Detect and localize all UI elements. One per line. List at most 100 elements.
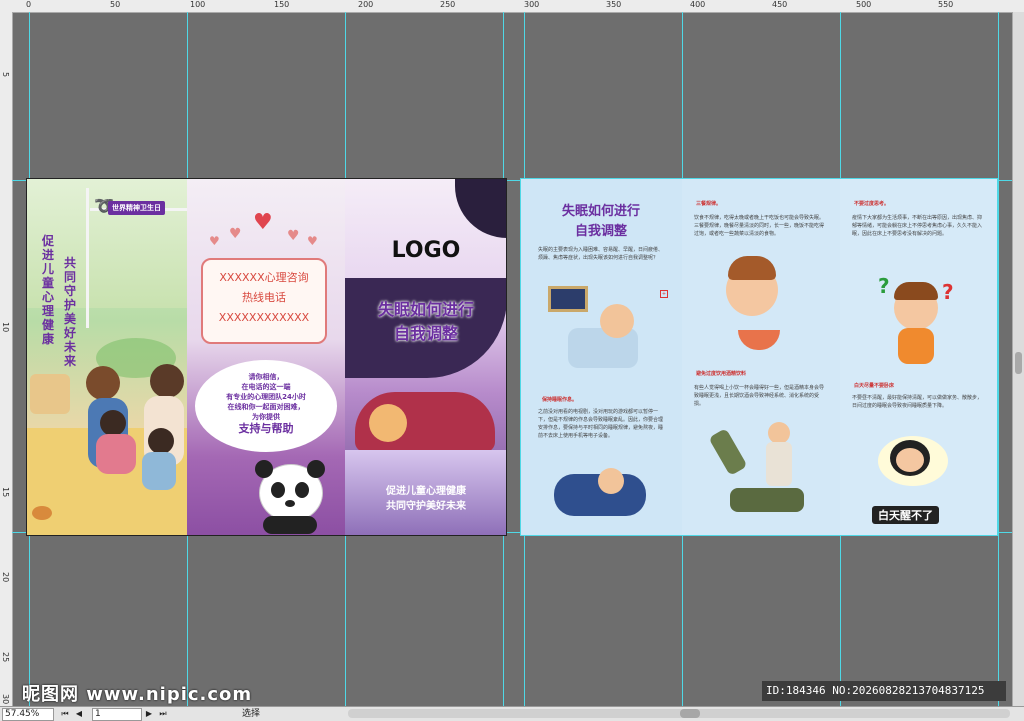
ruler-tick-label: 15: [1, 487, 10, 498]
status-bar: 57.45% ⏮ ◀ 1 ▶ ⏭ 选择: [0, 706, 1024, 721]
panel-mind-tips: 不要过度思考。 疫情下大家都为生活烦事，不断在出等原因，出现焦虑、抑郁等情绪，可…: [840, 178, 998, 536]
child-figure: [100, 410, 126, 436]
question-mark-icon: ?: [878, 274, 890, 298]
left-ruler[interactable]: 5 10 15 20 25 30: [0, 12, 13, 706]
night-shape: [455, 178, 507, 238]
panda-illustration: [253, 460, 327, 534]
cover-title: 失眠如何进行 自我调整: [345, 298, 507, 346]
cover-slogan-line: 促进儿童心理健康: [386, 486, 466, 497]
section-paragraph: 之前没对用看的电视剧，没对用玩的游戏都可以暂停一下，但是不规律的作息会导致睡眠紊…: [538, 409, 664, 439]
bubble-line: 请你相信，: [248, 373, 284, 381]
illustration-caption: 白天醒不了: [872, 506, 939, 524]
panel-cover-sleep: LOGO 失眠如何进行 自我调整 促进儿童心理健康 共同守护美好未来: [345, 178, 507, 536]
ruler-tick-label: 200: [358, 0, 374, 9]
panel-sleep-intro: 失眠如何进行 自我调整 失眠的主要表现为入睡困难、容易醒、早醒，日间疲倦、烦躁、…: [520, 178, 682, 536]
ruler-tick-label: 100: [190, 0, 206, 9]
section-subtitle: 保持睡眠作息。: [542, 397, 578, 403]
ruler-tick-label: 10: [1, 322, 10, 333]
cover-slogan: 促进儿童心理健康 共同守护美好未来: [345, 484, 507, 514]
ruler-tick-label: 30: [1, 694, 10, 705]
page-field[interactable]: 1: [92, 708, 142, 721]
big-bottle-icon: [730, 488, 804, 512]
scroll-thumb[interactable]: [680, 709, 700, 718]
cat-figure: [32, 506, 52, 520]
scroll-thumb[interactable]: [1015, 352, 1022, 374]
ruler-tick-label: 250: [440, 0, 456, 9]
eating-boy-hair: [728, 256, 776, 280]
cover-title-line: 自我调整: [393, 324, 458, 343]
slogan-vertical-1: 促进儿童心理健康: [42, 234, 55, 346]
hotline-org: XXXXXX心理咨询: [219, 271, 309, 284]
mother-figure: [150, 364, 184, 398]
window-frame: [86, 188, 89, 328]
vertical-scrollbar[interactable]: [1012, 12, 1024, 706]
bubble-line: 在线和你一起面对困难，: [227, 403, 305, 411]
bubble-emphasis: 支持与帮助: [238, 422, 294, 435]
ruler-tick-label: 5: [1, 72, 10, 78]
speech-bubble: 请你相信， 在电话的这一端 有专业的心理团队24小时 在线和你一起面对困难， 为…: [195, 360, 337, 452]
ruler-tick-label: 20: [1, 572, 10, 583]
section-paragraph: 饮食不规律，吃得太晚或者晚上干吃饭也可能会导致失眠。三餐要规律，晚餐尽量清淡的同…: [694, 215, 825, 237]
bubble-line: 在电话的这一端: [241, 383, 291, 391]
sleepless-boy-head: [600, 304, 634, 338]
bubble-line: 有专业的心理团队24小时: [226, 393, 306, 401]
next-page-button[interactable]: ▶: [144, 708, 154, 719]
intro-paragraph: 失眠的主要表现为入睡困难、容易醒、早醒，日间疲倦、烦躁、焦虑等症状，出现失眠该如…: [538, 247, 664, 261]
zoom-field[interactable]: 57.45%: [2, 708, 54, 721]
cover-title-line: 失眠如何进行: [377, 300, 474, 319]
sleeping-child-head: [598, 468, 624, 494]
section-subtitle: 不要过度思考。: [854, 201, 890, 207]
site-watermark: 昵图网 www.nipic.com: [22, 684, 253, 705]
drunk-man-head: [768, 422, 790, 444]
first-page-button[interactable]: ⏮: [60, 708, 70, 719]
ruler-tick-label: 150: [274, 0, 290, 9]
hotline-label: 热线电话: [242, 291, 286, 304]
drunk-man-body: [766, 442, 792, 486]
ruler-tick-label: 500: [856, 0, 872, 9]
cushion: [30, 374, 70, 414]
guide-line[interactable]: [998, 12, 999, 706]
section-paragraph: 疫情下大家都为生活烦事，不断在出等原因，出现焦虑、抑郁等情绪，可能会躺在床上不停…: [852, 215, 983, 237]
noodle-bowl: [738, 330, 780, 350]
heart-icon: ♥: [307, 234, 318, 248]
prev-page-button[interactable]: ◀: [74, 708, 84, 719]
thinking-boy-body: [898, 328, 934, 364]
top-ruler[interactable]: 0 50 100 150 200 250 300 350 400 450 500…: [0, 0, 1024, 13]
ruler-tick-label: 350: [606, 0, 622, 9]
section-paragraph: 不要昼不清醒，最好能保持清醒，可以做做家务、散散步，日间过度的睡眠会导致夜间睡眠…: [852, 395, 983, 409]
panel-hotline: ♥ ♥ ♥ ♥ ♥ XXXXXX心理咨询 热线电话 XXXXXXXXXXXX 请…: [187, 178, 345, 536]
sleepy-girl-face: [896, 448, 924, 472]
bottle-icon: [708, 427, 748, 477]
panel-cover-family: ➰ 世界精神卫生日 促进儿童心理健康 共同守护美好未来: [26, 178, 187, 536]
last-page-button[interactable]: ⏭: [158, 708, 168, 719]
bubble-line: 为你提供: [252, 413, 280, 421]
child-body: [96, 434, 136, 474]
panel-diet-tips: 三餐规律。 饮食不规律，吃得太晚或者晚上干吃饭也可能会导致失眠。三餐要规律，晚餐…: [682, 178, 840, 536]
hotline-card: XXXXXX心理咨询 热线电话 XXXXXXXXXXXX: [201, 258, 327, 344]
ruler-tick-label: 25: [1, 652, 10, 663]
tool-mode-label: 选择: [242, 709, 261, 719]
boy-figure: [148, 428, 174, 454]
heart-icon: ♥: [209, 234, 220, 248]
horizontal-scrollbar[interactable]: [348, 709, 1010, 718]
section-subtitle: 白天尽量不要卧床: [854, 383, 895, 389]
plus-marker-icon: +: [660, 290, 668, 298]
heading-line: 自我调整: [574, 224, 627, 239]
heart-icon: ♥: [229, 226, 242, 242]
thinking-boy-hair: [894, 282, 938, 300]
heart-icon: ♥: [287, 228, 300, 244]
sleeping-girl-head: [369, 404, 407, 442]
boy-body: [142, 452, 176, 490]
event-badge: 世界精神卫生日: [108, 201, 165, 215]
section-subtitle: 避免过度饮用酒精饮料: [696, 371, 747, 377]
section-subtitle: 三餐规律。: [696, 201, 722, 207]
cover-slogan-line: 共同守护美好未来: [386, 501, 466, 512]
ruler-tick-label: 450: [772, 0, 788, 9]
section-paragraph: 有些人觉得喝上小饮一杯会睡得好一些，但是酒精本身会导致睡眠更浅，且长期饮酒会导致…: [694, 385, 825, 407]
hotline-number[interactable]: XXXXXXXXXXXX: [203, 308, 325, 328]
question-mark-icon: ?: [942, 280, 954, 304]
heading-line: 失眠如何进行: [561, 204, 640, 219]
image-id-label: ID:184346 NO:20260828213704837125: [762, 681, 1006, 701]
window-night-icon: [548, 286, 588, 312]
ruler-tick-label: 300: [524, 0, 540, 9]
